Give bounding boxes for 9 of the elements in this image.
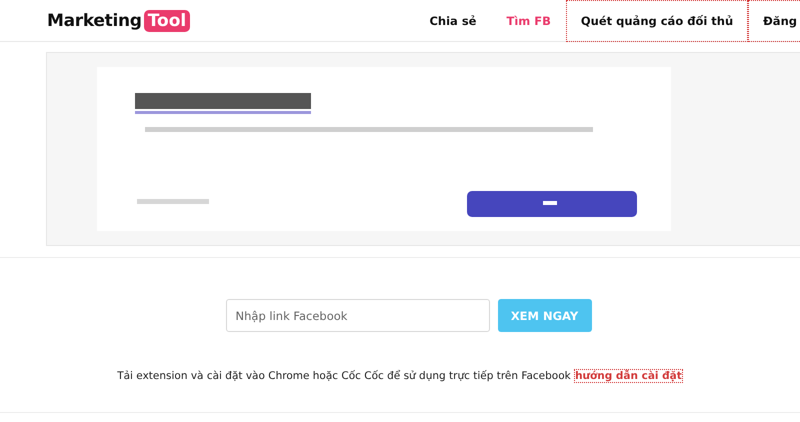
nav-link[interactable]: Tìm FB: [491, 0, 566, 42]
logo-badge[interactable]: Tool: [144, 10, 190, 32]
logo-text[interactable]: Marketing: [47, 10, 142, 30]
nav-link[interactable]: Quét quảng cáo đối thủ: [566, 0, 748, 42]
install-guide-link[interactable]: hướng dẫn cài đặt: [574, 369, 683, 383]
nav-link[interactable]: Đăng: [748, 0, 800, 42]
install-note: Tải extension và cài đặt vào Chrome hoặc Cốc Cốc để sử dụng trực tiếp trên Facebook hướng dẫn cài đặt: [117, 370, 683, 382]
nav-link[interactable]: Chia sẻ: [414, 0, 492, 42]
search-field[interactable]: Nhập link Facebook: [226, 299, 490, 332]
